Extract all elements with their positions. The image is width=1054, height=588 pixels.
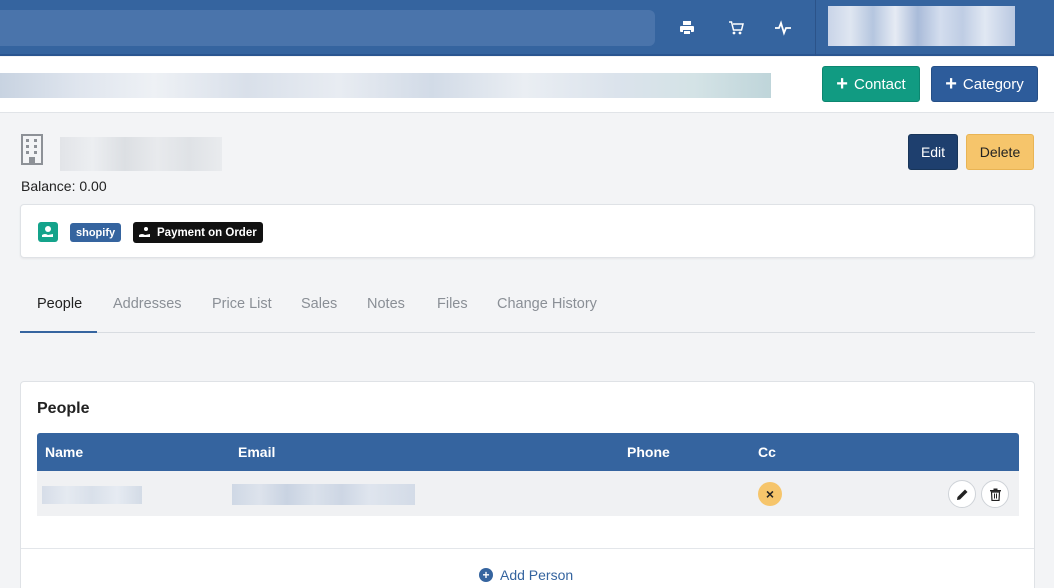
add-category-label: Category [962,75,1024,93]
user-menu[interactable] [828,6,1015,46]
column-header-name: Name [45,444,84,460]
payment-tag: Payment on Order [133,222,263,243]
company-name [60,137,222,171]
person-email [232,484,415,505]
active-tab-indicator [20,331,97,333]
tab-addresses[interactable]: Addresses [113,296,182,312]
card-divider [21,548,1034,549]
add-person-label: Add Person [500,567,574,583]
edit-person-button[interactable] [948,480,976,508]
building-icon [21,134,43,165]
activity-icon[interactable] [773,18,793,38]
pencil-icon [956,489,967,500]
page-subheader: + Contact + Category [0,57,1054,113]
tab-notes[interactable]: Notes [367,296,405,312]
add-contact-button[interactable]: + Contact [822,66,920,102]
table-row: × [37,471,1019,516]
add-person-button[interactable]: + Add Person [479,567,573,583]
top-navbar [0,0,1054,56]
tab-sales[interactable]: Sales [301,296,337,312]
balance-text: Balance: 0.00 [21,178,107,194]
print-icon[interactable] [677,18,697,38]
column-header-phone: Phone [627,444,670,460]
cart-icon[interactable] [726,18,746,38]
tabs-bar: People Addresses Price List Sales Notes … [20,284,1035,333]
person-name [42,486,142,504]
delete-button[interactable]: Delete [966,134,1034,170]
people-title: People [37,400,90,417]
add-category-button[interactable]: + Category [931,66,1038,102]
tags-card: shopify Payment on Order [20,204,1035,258]
plus-circle-icon: + [479,568,493,582]
column-header-email: Email [238,444,276,460]
plus-icon: + [945,73,957,95]
search-bar[interactable] [0,10,655,46]
delete-person-button[interactable] [981,480,1009,508]
tab-price-list[interactable]: Price List [212,296,272,312]
table-header: Name Email Phone Cc [37,433,1019,471]
column-header-cc: Cc [758,444,776,460]
payment-tag-label: Payment on Order [157,226,257,239]
trash-icon [989,488,1001,501]
people-card: People Name Email Phone Cc × + Add Perso… [20,381,1035,588]
cc-close-icon[interactable]: × [758,482,782,506]
edit-button[interactable]: Edit [908,134,958,170]
money-hand-icon [38,222,58,242]
tab-change-history[interactable]: Change History [497,296,597,312]
shopify-tag: shopify [70,223,122,242]
hand-coin-icon [139,227,150,237]
breadcrumb [0,73,771,98]
tab-files[interactable]: Files [437,296,468,312]
add-contact-label: Contact [853,75,906,93]
tab-people[interactable]: People [37,296,82,312]
navbar-divider [815,0,816,56]
plus-icon: + [836,73,848,95]
